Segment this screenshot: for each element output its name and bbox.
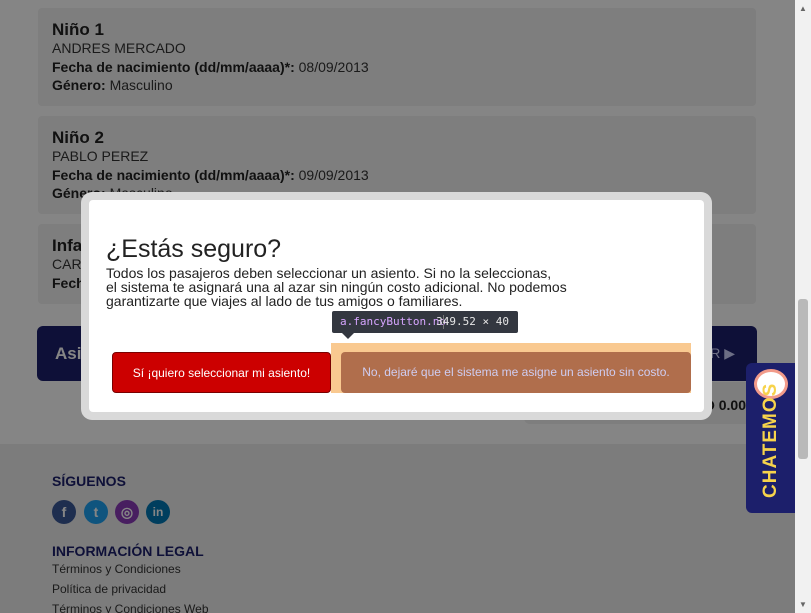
modal-body-line: Todos los pasajeros deben seleccionar un…	[106, 265, 552, 281]
scrollbar-thumb[interactable]	[798, 299, 808, 459]
modal-body: Todos los pasajeros deben seleccionar un…	[106, 266, 576, 308]
modal-body-line: el sistema te asignará una al azar sin n…	[106, 279, 567, 295]
scroll-up-arrow-icon[interactable]: ▲	[799, 4, 807, 13]
chat-label: CHATEMOS	[760, 382, 781, 498]
scroll-down-arrow-icon[interactable]: ▼	[799, 600, 807, 609]
modal-body-line: garantizarte que viajes al lado de tus a…	[106, 293, 463, 309]
select-seat-button[interactable]: Sí ¡quiero seleccionar mi asiento!	[112, 352, 331, 393]
modal-title: ¿Estás seguro?	[106, 235, 282, 263]
scrollbar[interactable]: ▲ ▼	[795, 0, 811, 613]
devtools-tooltip: a.fancyButton.no 349.52 × 40	[332, 311, 518, 339]
auto-assign-seat-button[interactable]: No, dejaré que el sistema me asigne un a…	[341, 352, 691, 393]
tooltip-dimensions: 349.52 × 40	[436, 315, 509, 328]
tooltip-pointer	[342, 333, 354, 339]
tooltip-selector: a.fancyButton.no	[340, 315, 446, 328]
